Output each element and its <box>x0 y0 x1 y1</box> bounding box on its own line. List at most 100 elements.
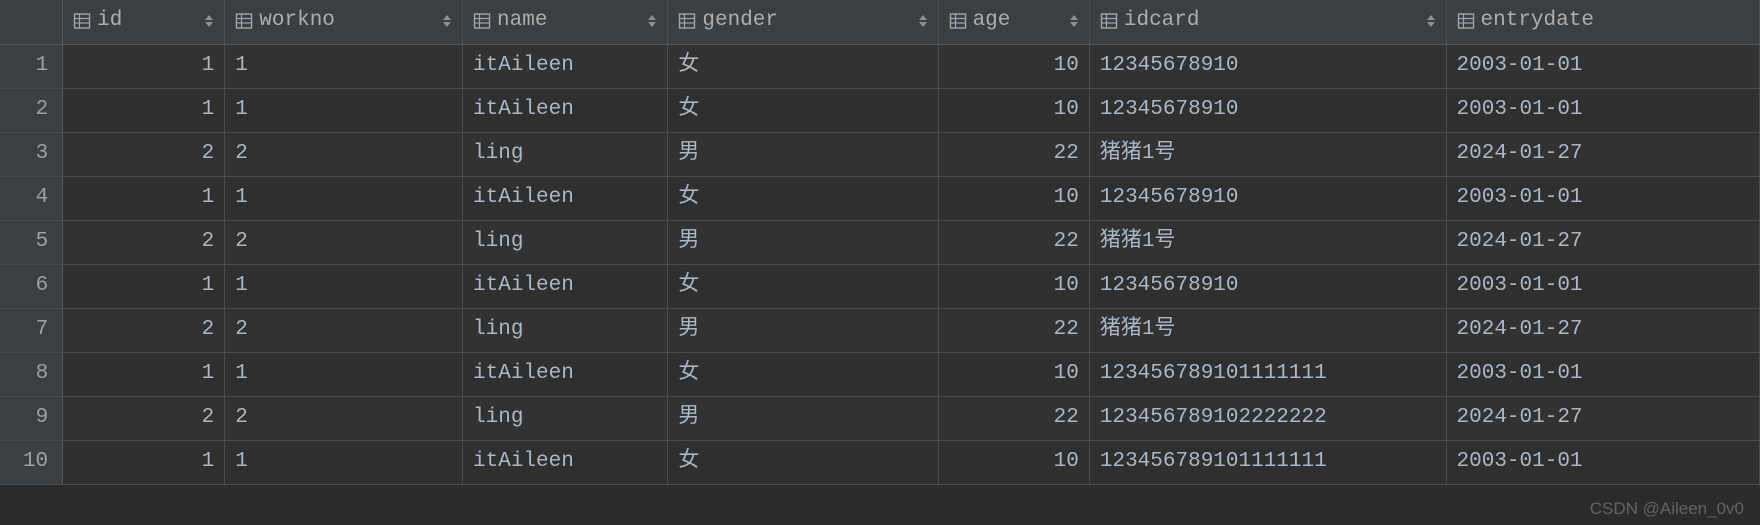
sort-icon[interactable] <box>442 14 452 28</box>
cell-idcard[interactable]: 猪猪1号 <box>1089 308 1446 352</box>
table-row[interactable]: 211itAileen女10123456789102003-01-01 <box>0 88 1760 132</box>
cell-entrydate[interactable]: 2024-01-27 <box>1446 220 1759 264</box>
cell-gender[interactable]: 男 <box>668 396 938 440</box>
cell-gender[interactable]: 女 <box>668 352 938 396</box>
cell-idcard[interactable]: 12345678910 <box>1089 176 1446 220</box>
header-age[interactable]: age <box>938 0 1089 44</box>
cell-gender[interactable]: 男 <box>668 308 938 352</box>
table-row[interactable]: 811itAileen女101234567891011111112003-01-… <box>0 352 1760 396</box>
cell-idcard[interactable]: 12345678910 <box>1089 44 1446 88</box>
cell-gender[interactable]: 女 <box>668 44 938 88</box>
cell-idcard[interactable]: 12345678910 <box>1089 88 1446 132</box>
cell-gender[interactable]: 男 <box>668 132 938 176</box>
sort-icon[interactable] <box>204 14 214 28</box>
cell-idcard[interactable]: 12345678910 <box>1089 264 1446 308</box>
cell-gender[interactable]: 女 <box>668 264 938 308</box>
cell-workno[interactable]: 1 <box>225 44 463 88</box>
cell-age[interactable]: 10 <box>938 44 1089 88</box>
cell-workno[interactable]: 1 <box>225 176 463 220</box>
row-number[interactable]: 1 <box>0 44 63 88</box>
cell-entrydate[interactable]: 2003-01-01 <box>1446 88 1759 132</box>
table-row[interactable]: 611itAileen女10123456789102003-01-01 <box>0 264 1760 308</box>
cell-entrydate[interactable]: 2003-01-01 <box>1446 440 1759 484</box>
cell-idcard[interactable]: 猪猪1号 <box>1089 220 1446 264</box>
cell-gender[interactable]: 男 <box>668 220 938 264</box>
cell-workno[interactable]: 2 <box>225 220 463 264</box>
row-number[interactable]: 9 <box>0 396 63 440</box>
cell-entrydate[interactable]: 2003-01-01 <box>1446 264 1759 308</box>
cell-entrydate[interactable]: 2024-01-27 <box>1446 132 1759 176</box>
cell-workno[interactable]: 1 <box>225 440 463 484</box>
cell-name[interactable]: itAileen <box>463 264 668 308</box>
cell-entrydate[interactable]: 2003-01-01 <box>1446 352 1759 396</box>
cell-age[interactable]: 22 <box>938 308 1089 352</box>
cell-name[interactable]: itAileen <box>463 176 668 220</box>
table-row[interactable]: 522ling男22猪猪1号2024-01-27 <box>0 220 1760 264</box>
cell-age[interactable]: 10 <box>938 352 1089 396</box>
cell-workno[interactable]: 2 <box>225 132 463 176</box>
cell-idcard[interactable]: 123456789102222222 <box>1089 396 1446 440</box>
cell-name[interactable]: ling <box>463 132 668 176</box>
header-name[interactable]: name <box>463 0 668 44</box>
cell-workno[interactable]: 1 <box>225 264 463 308</box>
cell-id[interactable]: 2 <box>63 308 225 352</box>
row-number[interactable]: 3 <box>0 132 63 176</box>
cell-age[interactable]: 10 <box>938 440 1089 484</box>
cell-workno[interactable]: 1 <box>225 88 463 132</box>
row-number[interactable]: 7 <box>0 308 63 352</box>
cell-name[interactable]: ling <box>463 220 668 264</box>
cell-age[interactable]: 10 <box>938 264 1089 308</box>
cell-name[interactable]: ling <box>463 396 668 440</box>
table-row[interactable]: 111itAileen女10123456789102003-01-01 <box>0 44 1760 88</box>
row-number[interactable]: 10 <box>0 440 63 484</box>
sort-icon[interactable] <box>1069 14 1079 28</box>
cell-idcard[interactable]: 123456789101111111 <box>1089 352 1446 396</box>
cell-id[interactable]: 2 <box>63 220 225 264</box>
cell-idcard[interactable]: 123456789101111111 <box>1089 440 1446 484</box>
cell-entrydate[interactable]: 2003-01-01 <box>1446 176 1759 220</box>
cell-id[interactable]: 1 <box>63 440 225 484</box>
cell-name[interactable]: itAileen <box>463 88 668 132</box>
cell-workno[interactable]: 2 <box>225 396 463 440</box>
row-number[interactable]: 4 <box>0 176 63 220</box>
table-row[interactable]: 1011itAileen女101234567891011111112003-01… <box>0 440 1760 484</box>
row-number[interactable]: 5 <box>0 220 63 264</box>
cell-age[interactable]: 22 <box>938 396 1089 440</box>
row-number[interactable]: 2 <box>0 88 63 132</box>
table-row[interactable]: 722ling男22猪猪1号2024-01-27 <box>0 308 1760 352</box>
cell-name[interactable]: itAileen <box>463 44 668 88</box>
cell-name[interactable]: ling <box>463 308 668 352</box>
cell-id[interactable]: 1 <box>63 88 225 132</box>
cell-gender[interactable]: 女 <box>668 88 938 132</box>
cell-id[interactable]: 1 <box>63 176 225 220</box>
cell-id[interactable]: 1 <box>63 352 225 396</box>
row-number[interactable]: 8 <box>0 352 63 396</box>
cell-idcard[interactable]: 猪猪1号 <box>1089 132 1446 176</box>
sort-icon[interactable] <box>918 14 928 28</box>
cell-id[interactable]: 2 <box>63 396 225 440</box>
table-row[interactable]: 922ling男221234567891022222222024-01-27 <box>0 396 1760 440</box>
cell-entrydate[interactable]: 2024-01-27 <box>1446 396 1759 440</box>
cell-id[interactable]: 1 <box>63 44 225 88</box>
cell-id[interactable]: 1 <box>63 264 225 308</box>
cell-name[interactable]: itAileen <box>463 440 668 484</box>
header-id[interactable]: id <box>63 0 225 44</box>
cell-gender[interactable]: 女 <box>668 176 938 220</box>
row-number[interactable]: 6 <box>0 264 63 308</box>
table-row[interactable]: 411itAileen女10123456789102003-01-01 <box>0 176 1760 220</box>
header-workno[interactable]: workno <box>225 0 463 44</box>
cell-age[interactable]: 10 <box>938 88 1089 132</box>
table-row[interactable]: 322ling男22猪猪1号2024-01-27 <box>0 132 1760 176</box>
cell-age[interactable]: 10 <box>938 176 1089 220</box>
cell-id[interactable]: 2 <box>63 132 225 176</box>
cell-entrydate[interactable]: 2024-01-27 <box>1446 308 1759 352</box>
header-entrydate[interactable]: entrydate <box>1446 0 1759 44</box>
sort-icon[interactable] <box>647 14 657 28</box>
cell-workno[interactable]: 2 <box>225 308 463 352</box>
cell-gender[interactable]: 女 <box>668 440 938 484</box>
sort-icon[interactable] <box>1426 14 1436 28</box>
header-idcard[interactable]: idcard <box>1089 0 1446 44</box>
cell-age[interactable]: 22 <box>938 132 1089 176</box>
cell-entrydate[interactable]: 2003-01-01 <box>1446 44 1759 88</box>
cell-age[interactable]: 22 <box>938 220 1089 264</box>
